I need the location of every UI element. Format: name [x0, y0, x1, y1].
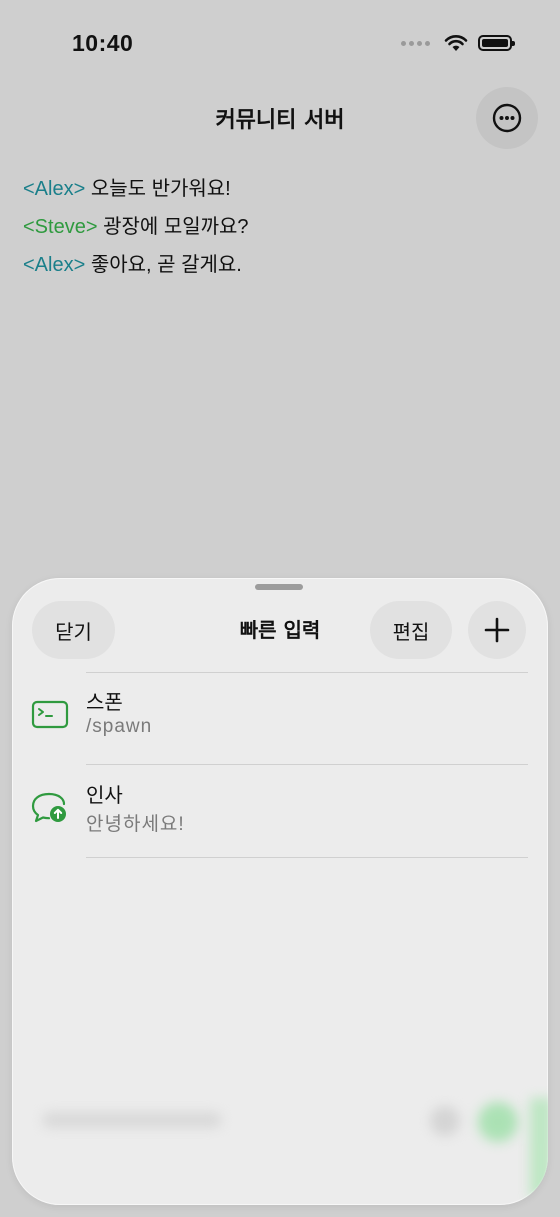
message-sender: <Alex> [23, 178, 86, 200]
divider [86, 857, 528, 858]
chat-message: <Steve> 광장에 모일까요? [23, 212, 249, 250]
list-item[interactable]: 스폰 /spawn [12, 672, 548, 764]
item-title: 스폰 [86, 690, 123, 714]
status-time: 10:40 [72, 30, 134, 56]
chat-message: <Alex> 좋아요, 곧 갈게요. [23, 250, 249, 288]
edit-button[interactable]: 편집 [370, 601, 452, 659]
sheet-grabber[interactable] [255, 584, 303, 590]
blurred-input-bar [42, 1102, 522, 1144]
item-subtitle: 안녕하세요! [86, 814, 185, 835]
plus-icon [484, 617, 510, 643]
more-button[interactable] [476, 87, 538, 149]
ellipsis-circle-icon [492, 103, 522, 133]
chat-message: <Alex> 오늘도 반가워요! [23, 174, 249, 212]
message-sender: <Steve> [23, 216, 98, 238]
status-icons [401, 34, 515, 52]
blurred-send-button [478, 1102, 518, 1142]
signal-icon [401, 40, 430, 46]
battery-icon [478, 35, 515, 51]
blurred-input [42, 1112, 222, 1128]
item-subtitle: /spawn [86, 716, 153, 737]
wifi-icon [444, 35, 468, 51]
message-sender: <Alex> [23, 254, 86, 276]
list-item[interactable]: 인사 안녕하세요! [12, 765, 548, 857]
message-text: 오늘도 반가워요! [85, 178, 231, 200]
quick-input-sheet: 닫기 빠른 입력 편집 스폰 /spawn 인사 안녕하세요! [12, 578, 548, 1205]
terminal-icon [31, 700, 69, 729]
item-title: 인사 [86, 783, 123, 807]
status-bar: 10:40 [0, 0, 560, 90]
message-text: 좋아요, 곧 갈게요. [85, 254, 242, 276]
blurred-icon [430, 1106, 460, 1136]
message-text: 광장에 모일까요? [97, 216, 249, 238]
chat-log: <Alex> 오늘도 반가워요! <Steve> 광장에 모일까요? <Alex… [23, 174, 249, 288]
blurred-edge [530, 1098, 548, 1198]
add-button[interactable] [468, 601, 526, 659]
chat-send-icon [31, 792, 66, 823]
